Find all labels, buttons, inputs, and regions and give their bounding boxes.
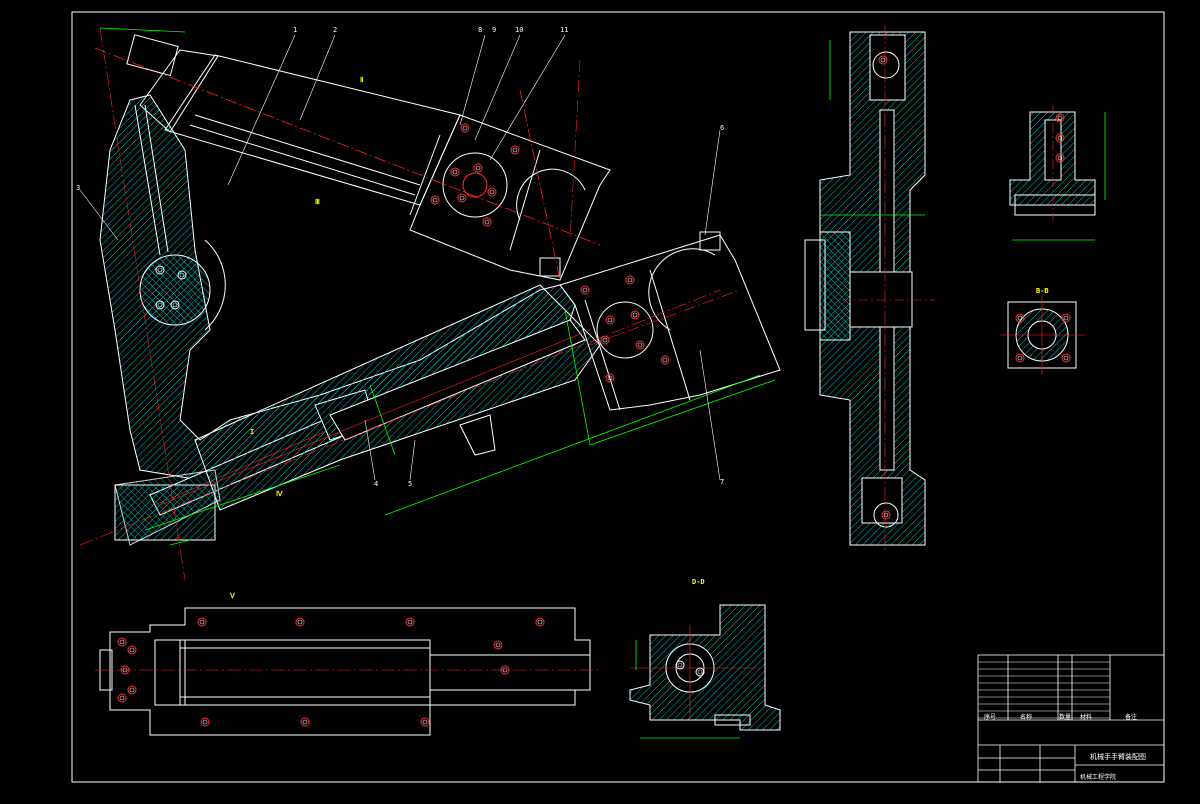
bolt-hole-inner [1063, 355, 1069, 361]
bolt-hole-inner [495, 642, 501, 648]
bolt-hole [600, 335, 610, 345]
bolt-hole [660, 355, 670, 365]
bolt-hole [457, 193, 467, 203]
bolt-hole [405, 617, 415, 627]
bolt-hole [1015, 353, 1025, 363]
bolt-hole-inner [662, 357, 668, 363]
bolt-hole-inner [119, 695, 125, 701]
balloon-1: 1 [293, 26, 298, 34]
bolt-hole [197, 617, 207, 627]
tb-header-note: 备注 [1125, 714, 1138, 721]
balloon-8: 8 [478, 26, 483, 34]
bolt-hole [1061, 353, 1071, 363]
bolt-hole-inner [602, 337, 608, 343]
balloon-11: 11 [560, 26, 569, 34]
view-label-bb: B-B [1036, 287, 1049, 295]
bolt-hole [295, 617, 305, 627]
bolt-hole-inner [422, 719, 428, 725]
bottom-plan-view [95, 607, 600, 736]
bolt-hole [430, 195, 440, 205]
bolt-hole [510, 145, 520, 155]
section-label-iv: Ⅳ [276, 490, 283, 498]
bolt-hole [200, 717, 210, 727]
bolt-hole-inner [607, 317, 613, 323]
section-label-v: Ⅴ [230, 592, 235, 600]
title-block-rows [978, 661, 1110, 719]
bolt-hole-inner [452, 169, 458, 175]
bolt-hole [580, 285, 590, 295]
detail-view-flange [1000, 295, 1085, 375]
section-label-i: I [250, 428, 255, 436]
bolt-hole-inner [459, 195, 465, 201]
view-label-dd: D-D [692, 578, 705, 586]
bolt-hole-inner [407, 619, 413, 625]
balloon-10: 10 [515, 26, 524, 34]
bolt-hole-inner [129, 647, 135, 653]
bolt-hole [117, 693, 127, 703]
bolt-hole [473, 163, 483, 173]
bolt-hole-inner [199, 619, 205, 625]
bolt-hole [535, 617, 545, 627]
bolt-holes [117, 55, 1071, 727]
bolt-hole-inner [202, 719, 208, 725]
bolt-hole-inner [627, 277, 633, 283]
bolt-hole-inner [432, 197, 438, 203]
bolt-hole-inner [632, 312, 638, 318]
bolt-hole-inner [1063, 315, 1069, 321]
bolt-hole-inner [1017, 315, 1023, 321]
balloon-2: 2 [333, 26, 338, 34]
section-label-ii: Ⅱ [360, 76, 364, 84]
bolt-hole [460, 123, 470, 133]
shoulder-section [99, 34, 576, 546]
bolt-hole-inner [637, 342, 643, 348]
balloon-5: 5 [408, 480, 413, 488]
section-label-iii: Ⅲ [315, 198, 320, 206]
bolt-hole [1061, 313, 1071, 323]
bolt-hole-inner [489, 189, 495, 195]
bolt-hole-inner [512, 147, 518, 153]
bolt-hole [117, 637, 127, 647]
balloon-3: 3 [76, 184, 81, 192]
bolt-hole [482, 217, 492, 227]
detail-view-top [1009, 105, 1106, 241]
bolt-hole [625, 275, 635, 285]
tb-header-material: 材料 [1080, 714, 1093, 721]
tb-header-qty: 数量 [1059, 714, 1072, 721]
balloon-4: 4 [374, 480, 379, 488]
tb-drawing-title: 机械手手臂装配图 [1090, 753, 1146, 761]
bottom-end-section [629, 604, 781, 739]
bolt-hole-inner [302, 719, 308, 725]
tb-school: 机械工程学院 [1080, 774, 1117, 781]
balloon-6: 6 [720, 124, 725, 132]
bolt-hole-inner [537, 619, 543, 625]
bolt-hole-inner [1017, 355, 1023, 361]
bolt-hole [630, 310, 640, 320]
bolt-hole-inner [119, 639, 125, 645]
bolt-hole [605, 315, 615, 325]
bolt-hole [487, 187, 497, 197]
front-section-view [804, 25, 935, 550]
bolt-hole-inner [129, 687, 135, 693]
bolt-hole [635, 340, 645, 350]
bolt-hole-inner [484, 219, 490, 225]
bolt-hole [493, 640, 503, 650]
bolt-hole-inner [475, 165, 481, 171]
cad-drawing [0, 0, 1200, 800]
bolt-hole [300, 717, 310, 727]
balloon-7: 7 [720, 478, 725, 486]
bolt-hole [127, 685, 137, 695]
bolt-hole-inner [462, 125, 468, 131]
bolt-hole-inner [582, 287, 588, 293]
bolt-hole [450, 167, 460, 177]
bolt-hole [420, 717, 430, 727]
balloon-9: 9 [492, 26, 497, 34]
tb-header-name: 名称 [1020, 714, 1033, 721]
bolt-hole [127, 645, 137, 655]
tb-header-seq: 序号 [984, 714, 997, 721]
bolt-hole-inner [297, 619, 303, 625]
